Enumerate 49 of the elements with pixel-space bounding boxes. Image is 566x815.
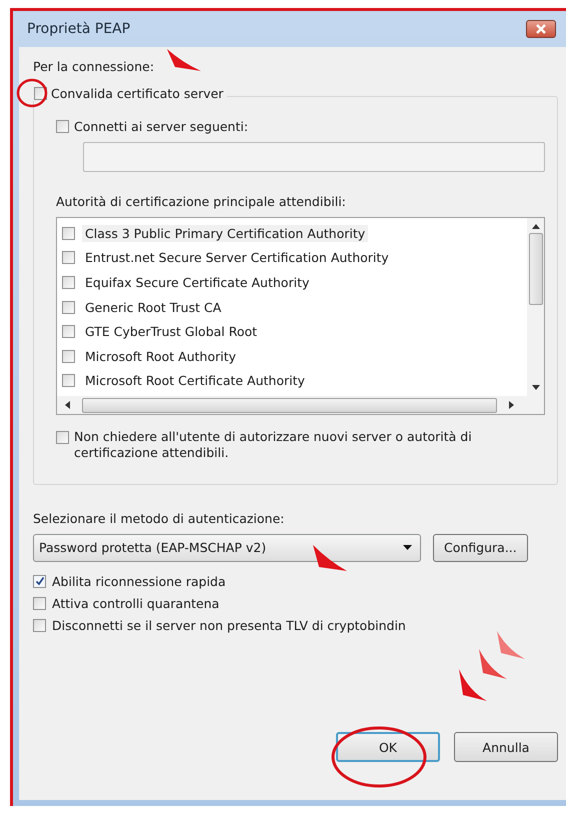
close-icon — [535, 24, 547, 34]
list-item[interactable]: Microsoft Root Authority — [82, 348, 240, 365]
section-label: Selezionare il metodo di autenticazione: — [33, 510, 284, 526]
list-item[interactable]: Generic Root Trust CA — [82, 298, 224, 316]
checkbox-label: Connetti ai server seguenti: — [74, 119, 248, 134]
scroll-thumb[interactable] — [82, 398, 497, 412]
scroll-right-icon[interactable] — [509, 401, 514, 409]
checkbox[interactable] — [56, 120, 69, 133]
checkbox[interactable] — [62, 374, 75, 388]
dialog-button[interactable]: Annulla — [454, 732, 558, 762]
list-item[interactable]: Class 3 Public Primary Certification Authority — [82, 224, 368, 242]
scroll-down-icon[interactable] — [532, 385, 540, 390]
dropdown-arrow-icon — [403, 545, 412, 550]
auth-method-dropdown[interactable]: Password protetta (EAP-MSCHAP v2) — [33, 534, 421, 562]
option-checkbox[interactable]: Attiva controlli quarantena — [33, 596, 558, 610]
option-checkbox[interactable]: Disconnetti se il server non presenta TLV di cryptobindin — [33, 618, 558, 632]
list-item[interactable]: Entrust.net Secure Server Certification Authority — [82, 249, 392, 266]
section-label: Per la connessione: — [33, 59, 154, 74]
vertical-scrollbar[interactable] — [527, 218, 544, 396]
scroll-thumb[interactable] — [528, 233, 542, 305]
list-item[interactable]: GTE CyberTrust Global Root — [82, 323, 260, 340]
scroll-left-icon[interactable] — [65, 401, 70, 409]
checkbox-label: Attiva controlli quarantena — [52, 596, 220, 610]
configure-button[interactable]: Configura... — [433, 534, 528, 562]
dialog-button[interactable]: OK — [336, 732, 440, 762]
checkbox[interactable] — [62, 325, 75, 338]
window-title: Proprietà PEAP — [27, 21, 130, 37]
no-prompt-checkbox[interactable]: Non chiedere all'utente di autorizzare nuovi server o autorità di certificazione attendibili. — [56, 429, 545, 462]
checkbox[interactable] — [33, 618, 46, 632]
checkbox-label: Non chiedere all'utente di autorizzare nuovi server o autorità di certificazione attendibili. — [74, 429, 473, 462]
list-item[interactable]: Equifax Secure Certificate Authority — [82, 274, 312, 291]
checkbox[interactable] — [33, 596, 46, 610]
scroll-up-icon[interactable] — [532, 224, 540, 229]
horizontal-scrollbar[interactable] — [57, 396, 544, 414]
checkbox[interactable] — [62, 226, 75, 240]
checkbox[interactable] — [62, 300, 75, 314]
annotation-circle — [16, 78, 48, 108]
connect-servers-checkbox[interactable]: Connetti ai server seguenti: — [56, 119, 545, 134]
checkbox[interactable] — [56, 431, 69, 444]
list-label: Autorità di certificazione principale attendibili: — [56, 194, 346, 209]
checkbox[interactable] — [62, 251, 75, 264]
list-item[interactable]: Microsoft Root Certificate Authority — [82, 372, 308, 390]
checkbox[interactable] — [33, 574, 46, 588]
option-checkbox[interactable]: Abilita riconnessione rapida — [33, 574, 558, 588]
checkbox-label: Disconnetti se il server non presenta TLV di cryptobindin — [52, 618, 406, 632]
checkbox-label: Abilita riconnessione rapida — [52, 574, 226, 588]
checkbox[interactable] — [62, 350, 75, 363]
close-button[interactable] — [526, 20, 556, 38]
checkbox[interactable] — [62, 276, 75, 289]
